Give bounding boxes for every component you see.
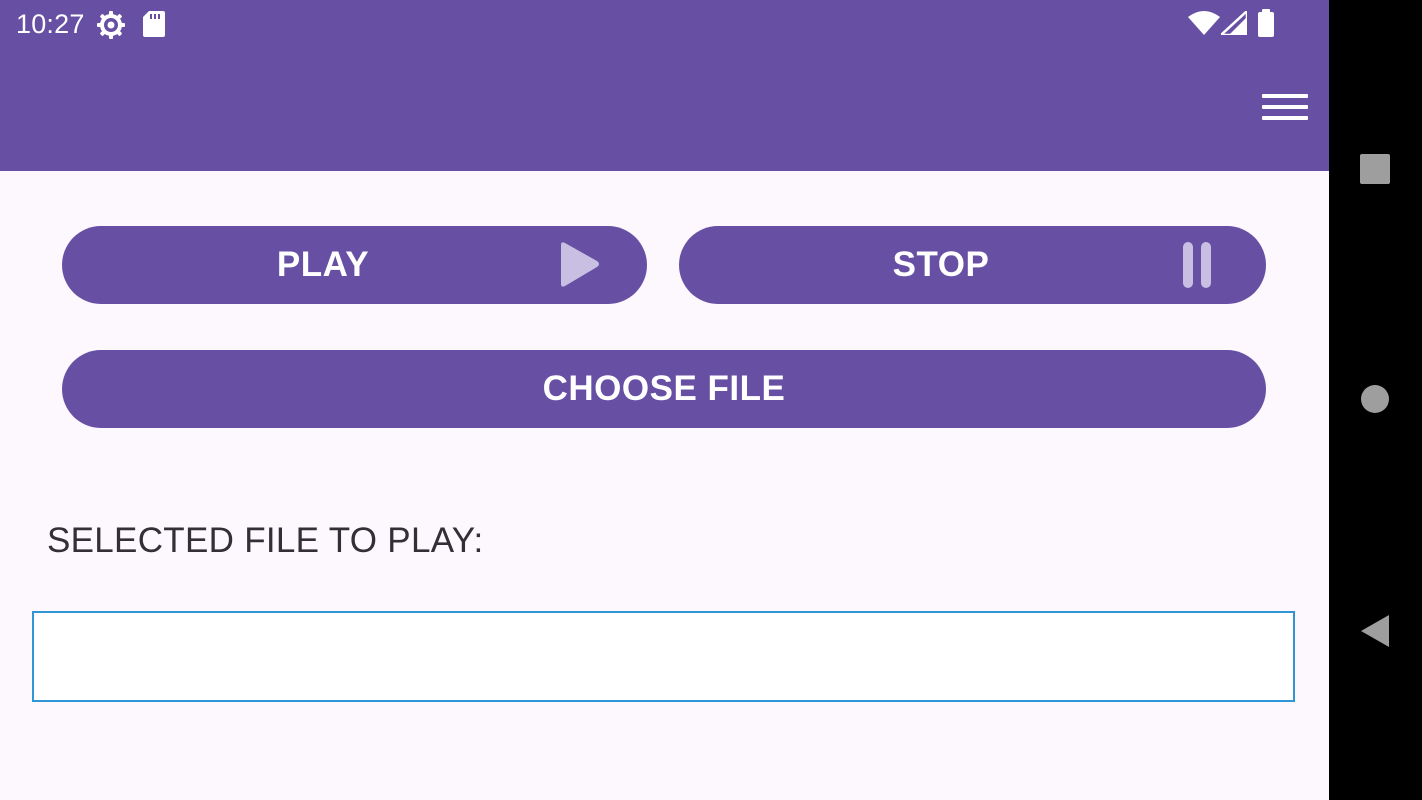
sd-card-icon	[143, 11, 165, 37]
wifi-icon	[1188, 11, 1220, 35]
choose-file-button[interactable]: CHOOSE FILE	[62, 350, 1266, 428]
back-button[interactable]	[1357, 611, 1393, 651]
app-bar: 10:27	[0, 0, 1329, 171]
home-circle-icon	[1361, 385, 1389, 413]
hamburger-menu-icon	[1262, 94, 1308, 120]
back-triangle-icon	[1361, 615, 1389, 647]
play-button-label: PLAY	[276, 245, 370, 284]
selected-file-field[interactable]	[32, 611, 1295, 702]
home-button[interactable]	[1357, 381, 1393, 417]
settings-gear-icon	[97, 11, 125, 39]
selected-file-label: SELECTED FILE TO PLAY:	[47, 521, 484, 560]
recents-square-icon	[1360, 154, 1390, 184]
status-bar: 10:27	[0, 0, 1329, 48]
choose-file-button-label: CHOOSE FILE	[542, 369, 786, 408]
menu-button[interactable]	[1256, 86, 1314, 132]
stop-button[interactable]: STOP	[679, 226, 1266, 304]
pause-icon	[1183, 242, 1211, 288]
system-navigation-bar	[1329, 0, 1422, 800]
status-time: 10:27	[16, 9, 85, 39]
play-icon	[561, 242, 599, 287]
app-screen: 10:27 PLAY STOP CHOOSE FILE SELECTED FIL…	[0, 0, 1329, 800]
battery-icon	[1258, 9, 1274, 37]
recents-button[interactable]	[1357, 151, 1393, 187]
cellular-signal-icon	[1221, 11, 1247, 35]
stop-button-label: STOP	[892, 245, 990, 284]
play-button[interactable]: PLAY	[62, 226, 647, 304]
